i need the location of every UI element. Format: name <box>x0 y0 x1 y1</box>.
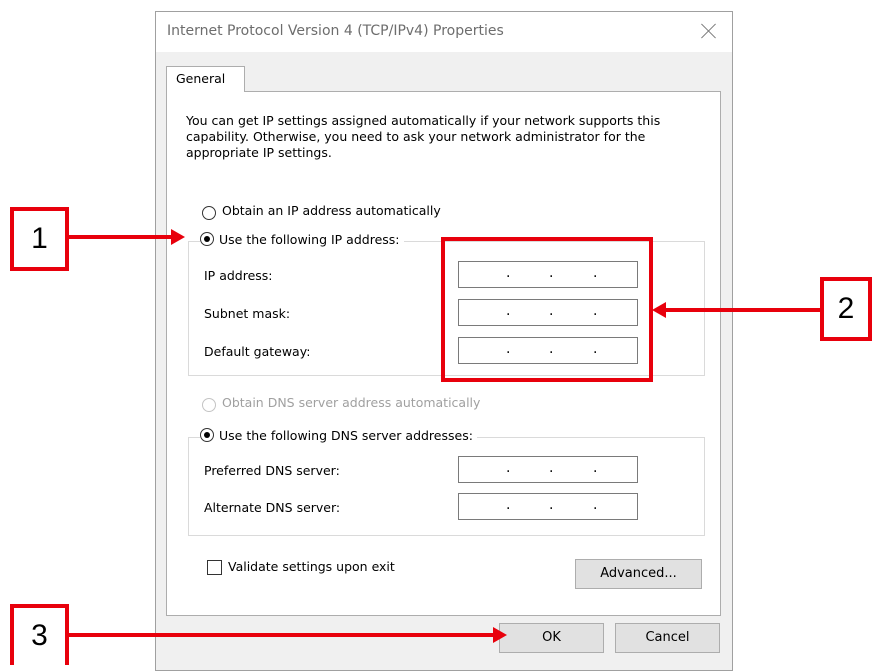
use-following-ip-label: Use the following IP address: <box>219 232 400 247</box>
use-following-ip-legend: Use the following IP address: <box>200 232 404 247</box>
annotation-2-highlight-box <box>441 237 653 382</box>
annotation-arrowhead-2 <box>652 302 666 318</box>
preferred-dns-input[interactable]: ... <box>458 456 638 483</box>
annotation-callout-3: 3 <box>10 604 69 665</box>
annotation-callout-1: 1 <box>10 207 69 271</box>
close-icon[interactable] <box>700 22 718 40</box>
dns-server-group <box>188 437 705 536</box>
use-following-dns-legend: Use the following DNS server addresses: <box>200 428 477 443</box>
annotation-arrow-3 <box>69 633 495 637</box>
window-title: Internet Protocol Version 4 (TCP/IPv4) P… <box>167 23 504 39</box>
use-following-dns-radio[interactable] <box>200 428 214 442</box>
use-following-dns-label: Use the following DNS server addresses: <box>219 428 473 443</box>
subnet-mask-label: Subnet mask: <box>204 306 291 321</box>
tab-general-label: General <box>176 71 226 86</box>
cancel-button[interactable]: Cancel <box>615 623 720 653</box>
use-following-ip-radio[interactable] <box>200 232 214 246</box>
annotation-arrowhead-3 <box>493 627 507 643</box>
annotation-arrow-2 <box>664 308 820 312</box>
alternate-dns-label: Alternate DNS server: <box>204 500 341 515</box>
intro-text: You can get IP settings assigned automat… <box>186 113 661 160</box>
preferred-dns-label: Preferred DNS server: <box>204 463 340 478</box>
default-gateway-label: Default gateway: <box>204 344 311 359</box>
annotation-callout-2: 2 <box>820 277 872 341</box>
ip-address-label: IP address: <box>204 268 273 283</box>
ok-button[interactable]: OK <box>499 623 604 653</box>
validate-settings-label: Validate settings upon exit <box>228 559 395 574</box>
obtain-dns-automatically-label: Obtain DNS server address automatically <box>222 395 481 410</box>
obtain-ip-automatically-label: Obtain an IP address automatically <box>222 203 441 218</box>
validate-settings-checkbox[interactable] <box>207 560 222 575</box>
alternate-dns-input[interactable]: ... <box>458 493 638 520</box>
obtain-dns-automatically-radio[interactable] <box>202 398 216 412</box>
advanced-button[interactable]: Advanced... <box>575 559 702 589</box>
annotation-arrowhead-1 <box>171 229 185 245</box>
tab-general[interactable]: General <box>166 66 245 92</box>
obtain-ip-automatically-radio[interactable] <box>202 206 216 220</box>
title-bar: Internet Protocol Version 4 (TCP/IPv4) P… <box>156 12 732 52</box>
annotation-arrow-1 <box>69 235 173 239</box>
